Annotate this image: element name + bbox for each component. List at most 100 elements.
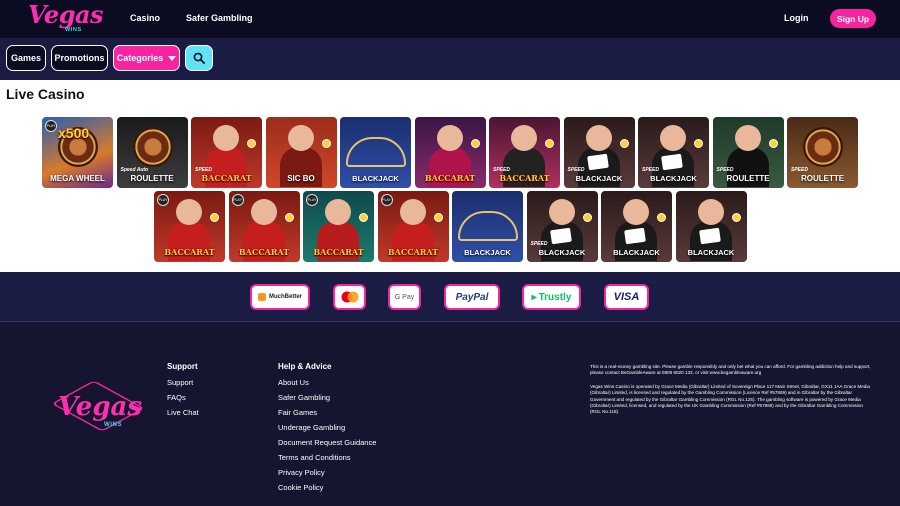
payment-methods-bar: MuchBetter G Pay PayPal ▸ Trustly VISA — [0, 272, 900, 322]
signup-button[interactable]: Sign Up — [830, 9, 876, 28]
game-sublabel: SPEED — [530, 241, 548, 247]
chip-icon — [545, 139, 554, 148]
trustly-icon: ▸ — [531, 291, 537, 303]
game-title: BACCARAT — [201, 173, 252, 183]
search-button[interactable] — [185, 45, 213, 71]
chip-icon — [694, 139, 703, 148]
game-title: BLACKJACK — [538, 248, 586, 257]
footer-link-underage-gambling[interactable]: Underage Gambling — [278, 423, 345, 432]
chip-icon — [657, 213, 666, 222]
game-tile[interactable]: BLACKJACK — [675, 191, 747, 262]
game-title: SIC BO — [287, 174, 315, 183]
help-advice-heading: Help & Advice — [278, 362, 332, 371]
roulette-wheel-graphic — [132, 127, 173, 167]
footer-link-privacy[interactable]: Privacy Policy — [278, 468, 325, 477]
footer-link-fair-games[interactable]: Fair Games — [278, 408, 317, 417]
game-sublabel: SPEED — [642, 167, 659, 173]
payment-trustly: ▸ Trustly — [522, 284, 581, 310]
footer-link-document-request[interactable]: Document Request Guidance — [278, 438, 376, 447]
dealer-graphic — [250, 199, 277, 225]
game-tile[interactable]: PLAY BACCARAT — [228, 191, 300, 262]
game-tile[interactable]: BLACKJACK — [601, 191, 672, 262]
logo-text: Vegas — [28, 0, 104, 29]
footer-link-faqs[interactable]: FAQs — [167, 393, 186, 402]
live-casino-section: Live Casino x500 PLAY MEGA WHEEL Speed Auto… — [0, 80, 900, 272]
game-tile[interactable]: SPEED BLACKJACK — [638, 117, 709, 188]
footer: Vegas WINS Support Support FAQs Live Cha… — [0, 322, 900, 506]
chip-icon — [582, 213, 592, 222]
game-tile[interactable]: SPEED BACCARAT — [489, 117, 560, 188]
game-title: ROULETTE — [130, 174, 174, 183]
footer-link-terms[interactable]: Terms and Conditions — [278, 453, 351, 462]
game-tile[interactable]: PLAY BACCARAT — [303, 191, 374, 262]
game-tile[interactable]: PLAY BACCARAT — [154, 191, 225, 262]
game-title: BLACKJACK — [575, 174, 623, 183]
game-title: ROULETTE — [726, 174, 770, 183]
chip-icon — [731, 213, 741, 222]
footer-link-about-us[interactable]: About Us — [278, 378, 309, 387]
payment-paypal: PayPal — [444, 284, 500, 310]
vegas-wins-logo[interactable]: Vegas WINS — [28, 2, 104, 36]
game-title: BLACKJACK — [687, 248, 735, 257]
footer-logo[interactable]: Vegas WINS — [51, 380, 145, 432]
game-title: BACCARAT — [387, 247, 439, 257]
dealer-graphic — [548, 199, 575, 225]
responsible-gambling-text: This is a real-money gambling site. Plea… — [590, 364, 871, 376]
games-button[interactable]: Games — [6, 45, 46, 71]
dealer-graphic — [325, 199, 351, 225]
footer-link-cookie[interactable]: Cookie Policy — [278, 483, 323, 492]
top-header: Vegas WINS Casino Safer Gambling Login S… — [0, 0, 900, 38]
licence-text: Vegas Wins Casino is operated by Grace M… — [590, 384, 870, 415]
mastercard-icon — [341, 291, 358, 303]
game-tile[interactable]: SPEED ROULETTE — [787, 117, 858, 188]
nav-safer-gambling[interactable]: Safer Gambling — [186, 13, 253, 23]
footer-link-support[interactable]: Support — [167, 378, 193, 387]
playing-cards-graphic — [624, 227, 646, 245]
nav-casino[interactable]: Casino — [130, 13, 160, 23]
login-link[interactable]: Login — [784, 13, 809, 23]
game-tile[interactable]: BLACKJACK — [340, 117, 411, 188]
dealer-graphic — [287, 125, 314, 151]
game-sublabel: SPEED — [791, 167, 808, 173]
dealer-graphic — [213, 125, 239, 151]
game-title: ROULETTE — [800, 174, 845, 183]
filter-bar: Games Promotions Categories — [0, 38, 900, 80]
play-badge-icon: PLAY — [380, 194, 393, 206]
game-tile[interactable]: PLAY BACCARAT — [377, 191, 449, 262]
chip-icon — [433, 213, 443, 222]
game-title: BLACKJACK — [352, 174, 399, 183]
footer-link-safer-gambling[interactable]: Safer Gambling — [278, 393, 330, 402]
game-tile[interactable]: Speed Auto ROULETTE — [116, 117, 188, 188]
game-tile[interactable]: SIC BO — [265, 117, 337, 188]
game-tile[interactable]: SPEED BACCARAT — [191, 117, 262, 188]
dealer-graphic — [734, 125, 761, 151]
categories-dropdown[interactable]: Categories — [113, 45, 180, 71]
game-tile[interactable]: SPEED BLACKJACK — [526, 191, 598, 262]
game-tile[interactable]: BLACKJACK — [452, 191, 523, 262]
game-tile[interactable]: BACCARAT — [414, 117, 486, 188]
chip-icon — [470, 139, 480, 148]
play-badge-icon: PLAY — [45, 120, 57, 132]
chip-icon — [284, 213, 294, 222]
chip-icon — [359, 213, 368, 222]
play-badge-icon: PLAY — [306, 194, 318, 206]
game-tile[interactable]: x500 PLAY MEGA WHEEL — [42, 117, 113, 188]
dealer-graphic — [697, 199, 724, 225]
page-title: Live Casino — [6, 86, 85, 102]
game-tile[interactable]: SPEED BLACKJACK — [563, 117, 635, 188]
categories-label: Categories — [116, 53, 164, 63]
game-title: BACCARAT — [313, 247, 364, 257]
roulette-wheel-graphic — [803, 127, 843, 167]
footer-link-live-chat[interactable]: Live Chat — [167, 408, 199, 417]
dealer-graphic — [436, 125, 463, 151]
play-badge-icon: PLAY — [231, 194, 244, 206]
logo-subtext: WINS — [65, 27, 82, 33]
dealer-graphic — [585, 125, 612, 151]
chip-icon — [247, 139, 256, 148]
game-tile[interactable]: SPEED ROULETTE — [712, 117, 784, 188]
play-badge-icon: PLAY — [157, 194, 169, 206]
game-sublabel: SPEED — [567, 167, 585, 173]
dealer-graphic — [511, 125, 537, 151]
chip-icon — [210, 213, 219, 222]
promotions-button[interactable]: Promotions — [51, 45, 108, 71]
